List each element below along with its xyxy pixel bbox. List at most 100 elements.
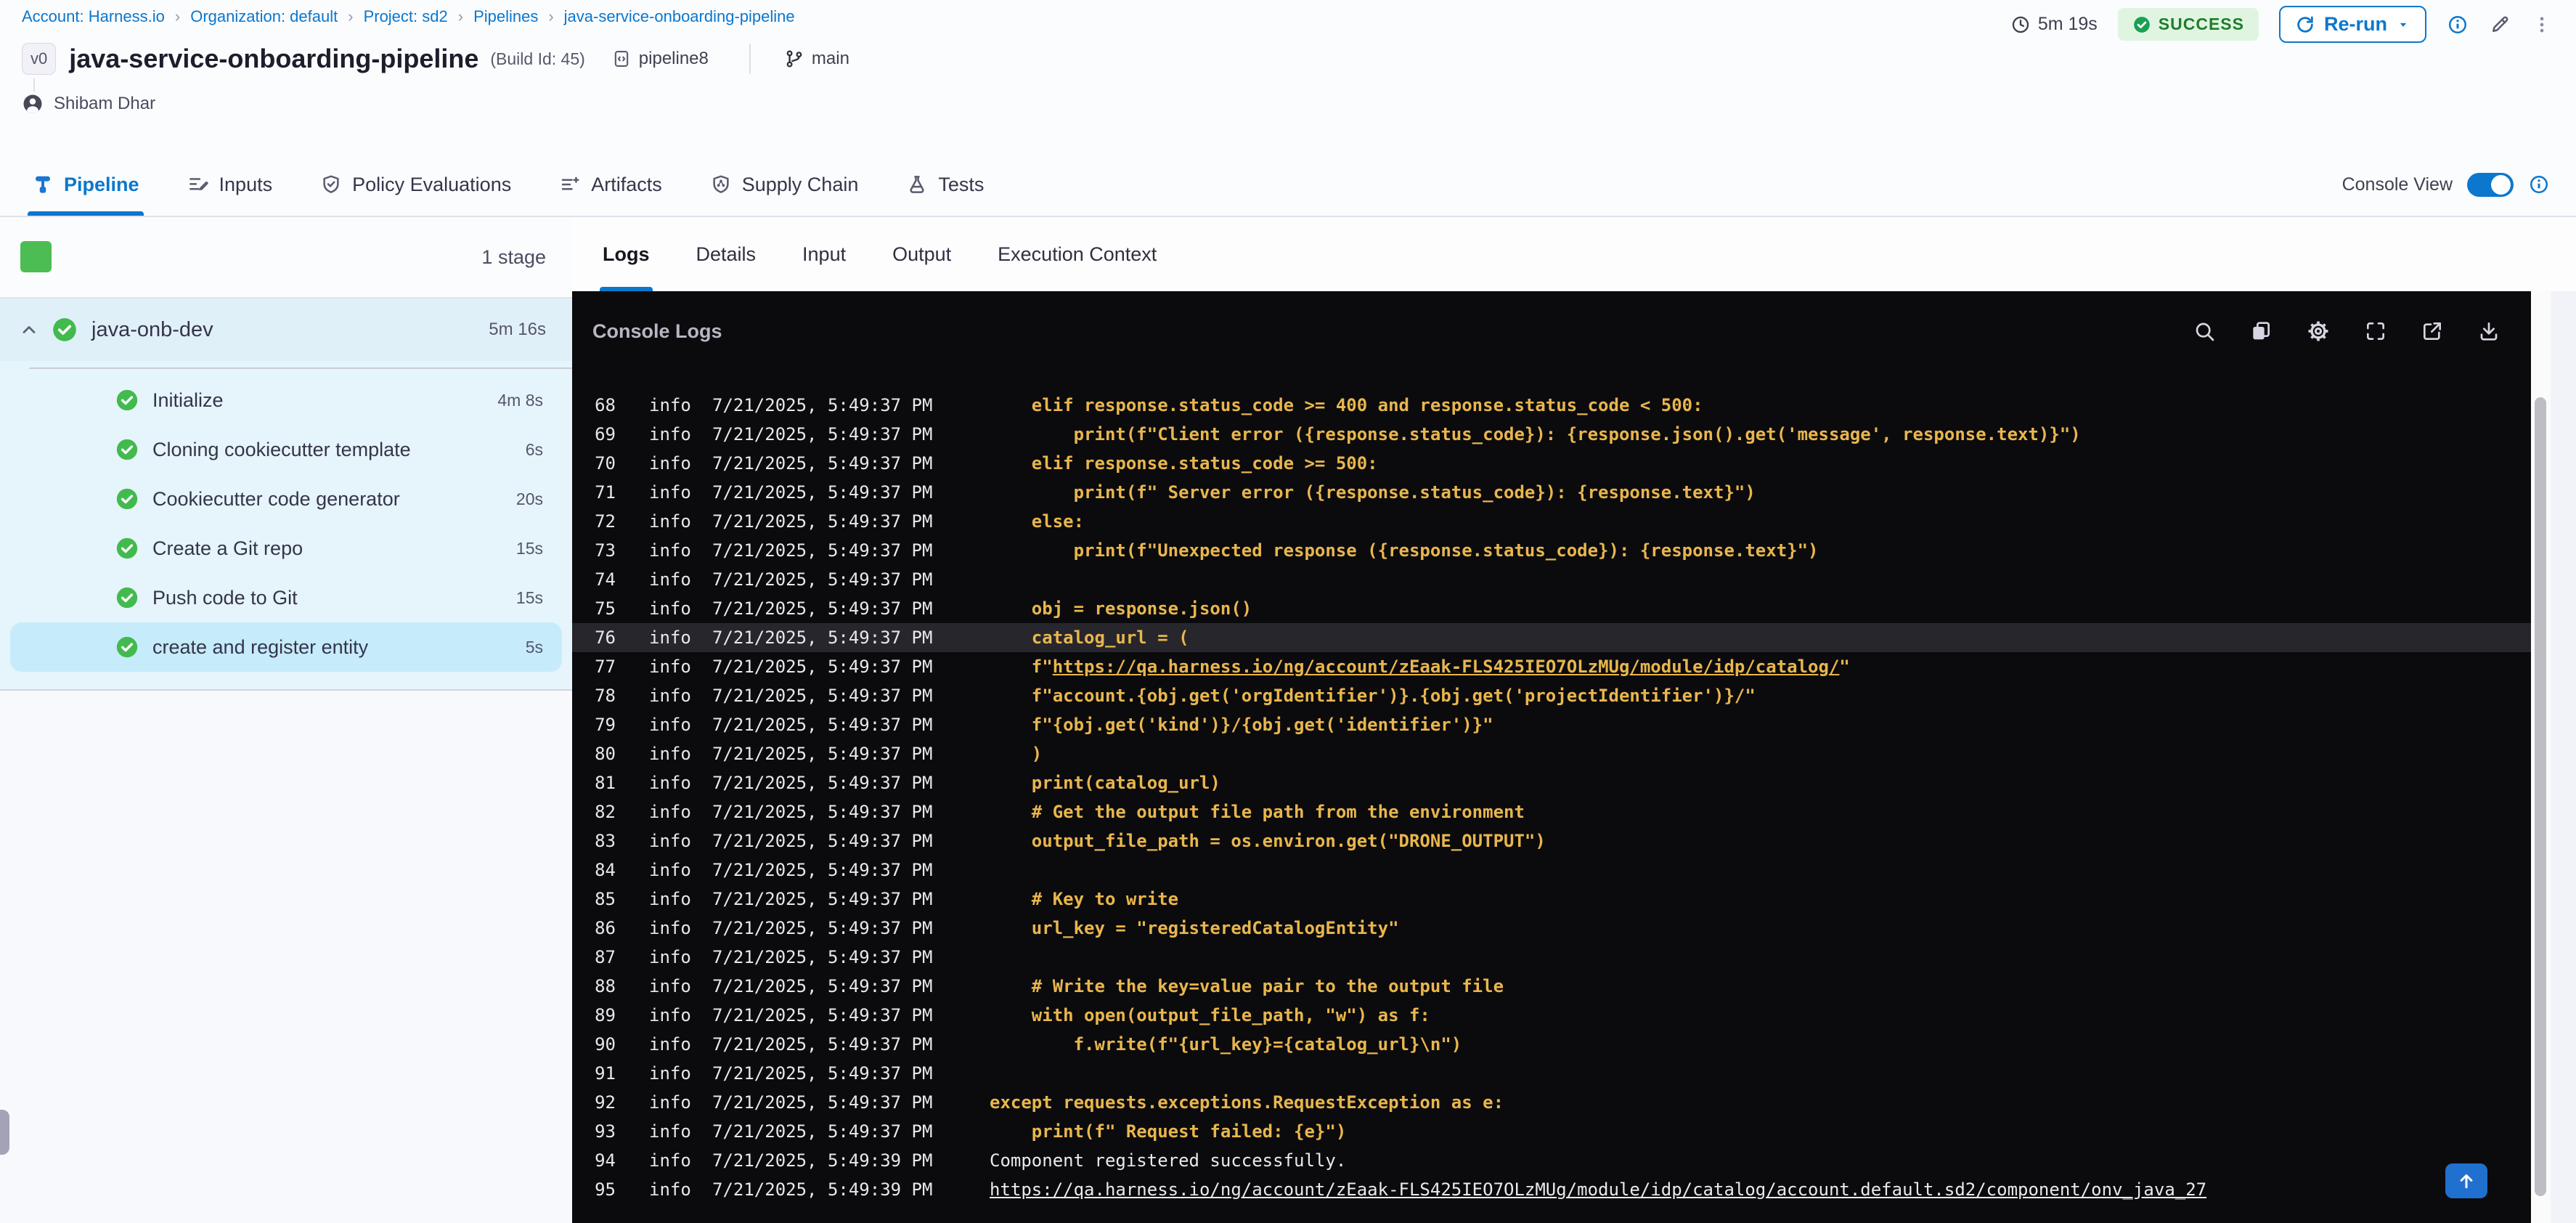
log-timestamp: 7/21/2025, 5:49:37 PM: [712, 657, 933, 677]
step-row[interactable]: Create a Git repo 15s: [0, 524, 572, 573]
tab-tests[interactable]: Tests: [906, 153, 984, 216]
log-text: f.write(f"{url_key}={catalog_url}\n"): [990, 1034, 1462, 1055]
breadcrumb-link[interactable]: Pipelines: [473, 7, 538, 26]
tab-supply-chain[interactable]: Supply Chain: [710, 153, 859, 216]
log-message: f.write(f"{url_key}={catalog_url}\n"): [990, 1030, 1462, 1059]
stage-count-label: 1 stage: [481, 245, 546, 268]
log-text: else:: [990, 511, 1085, 532]
log-timestamp: 7/21/2025, 5:49:37 PM: [712, 627, 933, 648]
stage-row[interactable]: java-onb-dev 5m 16s: [0, 298, 572, 361]
log-line-number: 87: [595, 947, 616, 967]
console-view-info-icon[interactable]: [2528, 174, 2550, 195]
tab-label: Policy Evaluations: [352, 173, 512, 195]
log-text: f"{obj.get('kind')}/{obj.get('identifier…: [990, 715, 1493, 735]
step-row[interactable]: Initialize 4m 8s: [0, 375, 572, 425]
console-view-control: Console View: [2342, 153, 2550, 216]
tab-artifacts[interactable]: Artifacts: [559, 153, 662, 216]
chevron-up-icon[interactable]: [19, 320, 39, 340]
drawer-handle[interactable]: [0, 1110, 9, 1155]
log-line: 73 info 7/21/2025, 5:49:37 PM print(f"Unex…: [572, 536, 2531, 565]
edit-pencil-icon[interactable]: [2489, 14, 2511, 36]
log-level: info: [649, 1121, 691, 1142]
breadcrumb-link[interactable]: java-service-onboarding-pipeline: [564, 7, 795, 26]
branch-chip[interactable]: main: [784, 49, 849, 69]
log-line: 68 info 7/21/2025, 5:49:37 PM elif respons…: [572, 391, 2531, 420]
log-message: except requests.exceptions.RequestExcept…: [990, 1088, 1504, 1117]
repo-chip[interactable]: pipeline8: [611, 49, 709, 69]
log-tab-details[interactable]: Details: [696, 217, 757, 291]
log-line-number: 94: [595, 1150, 616, 1171]
tab-policy-evaluations[interactable]: Policy Evaluations: [320, 153, 511, 216]
status-badge: SUCCESS: [2117, 8, 2259, 41]
log-tab-input[interactable]: Input: [802, 217, 846, 291]
log-text: print(f" Request failed: {e}"): [990, 1121, 1347, 1142]
log-scrollbar-thumb[interactable]: [2535, 397, 2546, 1196]
info-icon[interactable]: [2447, 14, 2469, 36]
log-line-number: 89: [595, 1005, 616, 1025]
log-line-number: 85: [595, 889, 616, 909]
log-line: 74 info 7/21/2025, 5:49:37 PM: [572, 565, 2531, 594]
breadcrumb-link[interactable]: Organization: default: [190, 7, 338, 26]
log-tab-logs[interactable]: Logs: [600, 217, 652, 291]
search-icon[interactable]: [2193, 320, 2216, 343]
kebab-menu-icon[interactable]: [2531, 14, 2553, 36]
stage-status-square[interactable]: [20, 241, 52, 272]
step-label: create and register entity: [152, 635, 369, 658]
step-row[interactable]: create and register entity 5s: [10, 622, 562, 672]
log-line: 93 info 7/21/2025, 5:49:37 PM print(f" Req…: [572, 1117, 2531, 1146]
download-icon[interactable]: [2477, 320, 2500, 343]
log-timestamp: 7/21/2025, 5:49:37 PM: [712, 1005, 933, 1025]
step-duration: 15s: [515, 538, 543, 558]
open-new-tab-icon[interactable]: [2421, 320, 2444, 343]
step-row[interactable]: Cookiecutter code generator 20s: [0, 474, 572, 524]
log-text: print(catalog_url): [990, 773, 1220, 793]
fullscreen-icon[interactable]: [2364, 320, 2387, 343]
log-message: elif response.status_code >= 500:: [990, 449, 1378, 478]
step-success-icon: [115, 585, 139, 610]
log-text: f"account.{obj.get('orgIdentifier')}.{ob…: [990, 686, 1756, 706]
tab-pipeline[interactable]: Pipeline: [28, 153, 144, 216]
log-line-number: 78: [595, 686, 616, 706]
log-text: elif response.status_code >= 500:: [990, 453, 1378, 474]
log-link[interactable]: https://qa.harness.io/ng/account/zEaak-F…: [990, 1179, 2206, 1200]
log-text: except requests.exceptions.RequestExcept…: [990, 1092, 1504, 1113]
log-tab-execution-context[interactable]: Execution Context: [998, 217, 1157, 291]
log-link[interactable]: https://qa.harness.io/ng/account/zEaak-F…: [1053, 657, 1840, 677]
breadcrumb-link[interactable]: Project: sd2: [364, 7, 448, 26]
rerun-button[interactable]: Re-run: [2279, 6, 2426, 43]
log-line: 94 info 7/21/2025, 5:49:39 PM Component reg…: [572, 1146, 2531, 1175]
log-line-number: 69: [595, 424, 616, 444]
log-timestamp: 7/21/2025, 5:49:37 PM: [712, 715, 933, 735]
copy-icon[interactable]: [2249, 320, 2273, 343]
log-line-number: 79: [595, 715, 616, 735]
title-row: v0 java-service-onboarding-pipeline (Bui…: [22, 42, 849, 76]
log-level: info: [649, 511, 691, 532]
log-message: obj = response.json(): [990, 594, 1252, 623]
step-row[interactable]: Cloning cookiecutter template 6s: [0, 425, 572, 474]
log-tab-output[interactable]: Output: [892, 217, 951, 291]
stage-sidebar: 1 stage java-onb-dev 5m 16s Initialize 4m…: [0, 217, 572, 1223]
log-message: f"{obj.get('kind')}/{obj.get('identifier…: [990, 710, 1493, 739]
step-row[interactable]: Push code to Git 15s: [0, 573, 572, 622]
run-duration: 5m 19s: [2010, 14, 2098, 35]
step-label: Initialize: [152, 389, 224, 411]
policy-shield-icon: [320, 174, 342, 195]
log-line-number: 86: [595, 918, 616, 938]
tab-label: Supply Chain: [741, 173, 859, 195]
git-branch-icon: [784, 49, 804, 69]
breadcrumb-separator: ›: [174, 7, 181, 25]
log-text: Component registered successfully.: [990, 1150, 1347, 1171]
settings-icon[interactable]: [2306, 319, 2331, 344]
console-view-toggle[interactable]: [2467, 172, 2514, 197]
supply-chain-icon: [710, 174, 732, 195]
tab-inputs[interactable]: Inputs: [187, 153, 272, 216]
log-message: f"account.{obj.get('orgIdentifier')}.{ob…: [990, 681, 1756, 710]
scroll-top-button[interactable]: [2445, 1163, 2487, 1198]
log-line: 83 info 7/21/2025, 5:49:37 PM output_file_…: [572, 826, 2531, 856]
log-timestamp: 7/21/2025, 5:49:37 PM: [712, 889, 933, 909]
log-line-number: 76: [595, 627, 616, 648]
stage-count-row: 1 stage: [0, 217, 572, 298]
breadcrumb-link[interactable]: Account: Harness.io: [22, 7, 165, 26]
step-label: Cookiecutter code generator: [152, 487, 400, 510]
log-timestamp: 7/21/2025, 5:49:37 PM: [712, 976, 933, 996]
